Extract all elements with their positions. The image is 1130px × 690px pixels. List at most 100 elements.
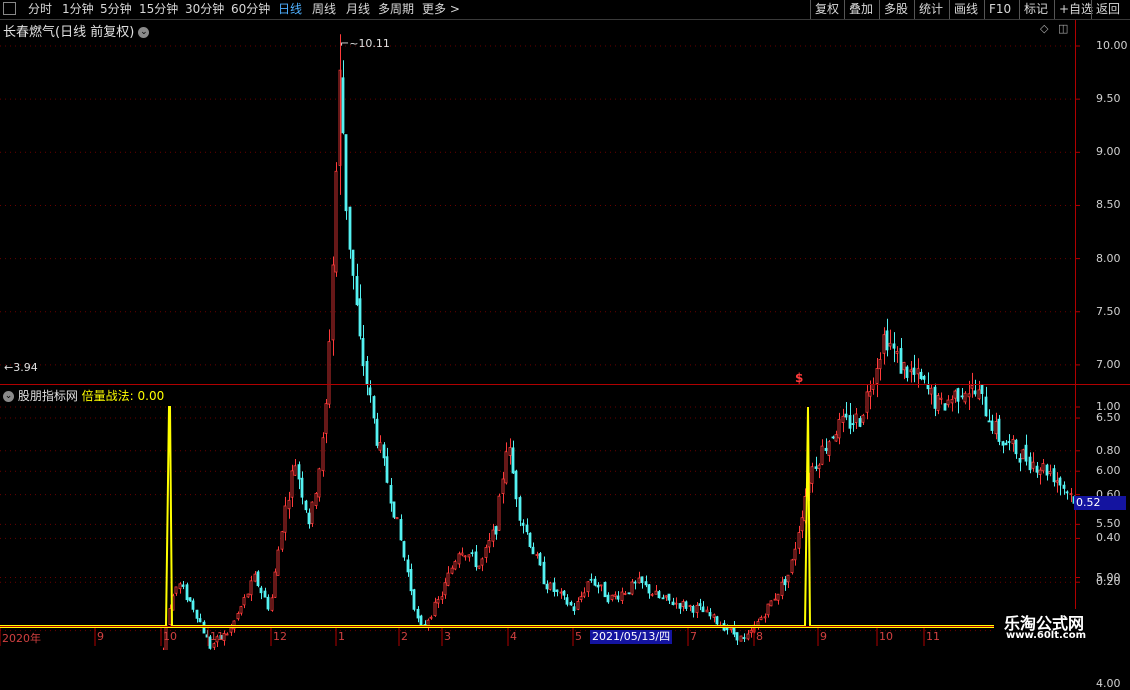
candle-body: [763, 616, 767, 619]
candle-body: [395, 517, 399, 520]
candle-body: [552, 582, 556, 592]
chevron-down-icon[interactable]: ⌄: [138, 27, 150, 38]
x-tick-label: 5: [575, 630, 582, 643]
candle-body: [457, 553, 461, 565]
candle-body: [797, 532, 801, 549]
candle-body: [1069, 493, 1073, 496]
candle-body: [871, 383, 875, 390]
candle-body: [967, 393, 971, 398]
candle-body: [470, 552, 474, 555]
candle-body: [385, 456, 389, 483]
candle-body: [684, 601, 688, 609]
candle-body: [263, 590, 267, 598]
candle-body: [899, 348, 903, 374]
candle-body: [497, 495, 501, 531]
cursor-date-label: 2021/05/13/四: [590, 630, 673, 644]
indicator-series: [0, 406, 1075, 628]
candle-body: [667, 593, 671, 601]
candle-body: [348, 206, 352, 250]
candle-body: [565, 597, 569, 605]
candle-body: [994, 421, 998, 435]
candle-body: [922, 376, 926, 380]
candle-body: [372, 396, 376, 419]
candle-body: [950, 398, 954, 404]
x-tick-label: 10: [163, 630, 177, 643]
candle-body: [188, 597, 192, 602]
candle-body: [460, 552, 464, 556]
candle-body: [623, 593, 627, 595]
candle-body: [331, 264, 335, 341]
candle-body: [1031, 461, 1035, 469]
candle-body: [569, 602, 573, 606]
candle-body: [579, 596, 583, 600]
y-tick-label: 6.00: [1096, 464, 1121, 478]
candle-body: [688, 605, 692, 608]
arrow-icon: ⌐~: [340, 37, 359, 50]
candle-body: [280, 531, 284, 550]
candle-body: [997, 418, 1001, 442]
candle-body: [392, 501, 396, 518]
y-tick-label: 8.50: [1096, 198, 1121, 212]
candle-body: [545, 583, 549, 590]
candle-body: [266, 596, 270, 610]
low-price-label: ←3.94: [4, 361, 38, 374]
candle-body: [453, 561, 457, 570]
indicator-line: [0, 406, 1075, 627]
candle-body: [525, 524, 529, 533]
candle-body: [1021, 449, 1025, 460]
candle-body: [446, 572, 450, 586]
candle-body: [355, 276, 359, 306]
y-tick-label: 5.50: [1096, 517, 1121, 531]
candle-body: [984, 396, 988, 417]
candle-body: [586, 581, 590, 593]
candle-body: [820, 445, 824, 465]
sub-panel-title: ⌄ 股朋指标网 倍量战法: 0.00: [3, 387, 164, 404]
diamond-icon[interactable]: ◇: [1040, 22, 1048, 35]
candle-body: [239, 606, 243, 614]
x-tick-label: 2: [401, 630, 408, 643]
candle-body: [912, 367, 916, 375]
candle-body: [514, 470, 518, 500]
candle-body: [1038, 469, 1042, 475]
candle-body: [895, 351, 899, 354]
candle-body: [1041, 463, 1045, 472]
x-tick-label: 3: [444, 630, 451, 643]
candle-body: [402, 541, 406, 558]
candle-body: [647, 584, 651, 594]
candle-body: [433, 601, 437, 617]
candle-body: [273, 571, 277, 598]
candle-body: [956, 388, 960, 402]
candle-body: [480, 558, 484, 566]
candle-body: [606, 594, 610, 603]
candle-body: [705, 609, 709, 613]
candle-body: [657, 591, 661, 599]
chevron-down-icon[interactable]: ⌄: [3, 391, 14, 402]
candle-body: [324, 403, 328, 434]
candle-body: [198, 618, 202, 623]
candle-body: [1035, 465, 1039, 473]
candle-body: [229, 627, 233, 633]
candle-body: [562, 590, 566, 596]
panel-toggle-icon[interactable]: ◫: [1058, 22, 1068, 35]
watermark-url: www.60lt.com: [1006, 630, 1087, 641]
candle-body: [474, 551, 478, 568]
candle-body: [844, 413, 848, 418]
candle-body: [793, 548, 797, 561]
candle-body: [837, 419, 841, 439]
candle-body: [664, 595, 668, 598]
candle-body: [531, 546, 535, 555]
candle-body: [953, 390, 957, 399]
candle-body: [542, 561, 546, 585]
candle-body: [419, 615, 423, 626]
candle-body: [671, 601, 675, 606]
candle-body: [589, 578, 593, 581]
candle-body: [851, 423, 855, 426]
candle-body: [715, 616, 719, 625]
candle-body: [518, 497, 522, 521]
candle-body: [868, 391, 872, 397]
candle-body: [963, 392, 967, 403]
chart-canvas[interactable]: [0, 0, 1130, 650]
candle-body: [630, 581, 634, 595]
candle-body: [749, 629, 753, 634]
candle-body: [487, 540, 491, 548]
